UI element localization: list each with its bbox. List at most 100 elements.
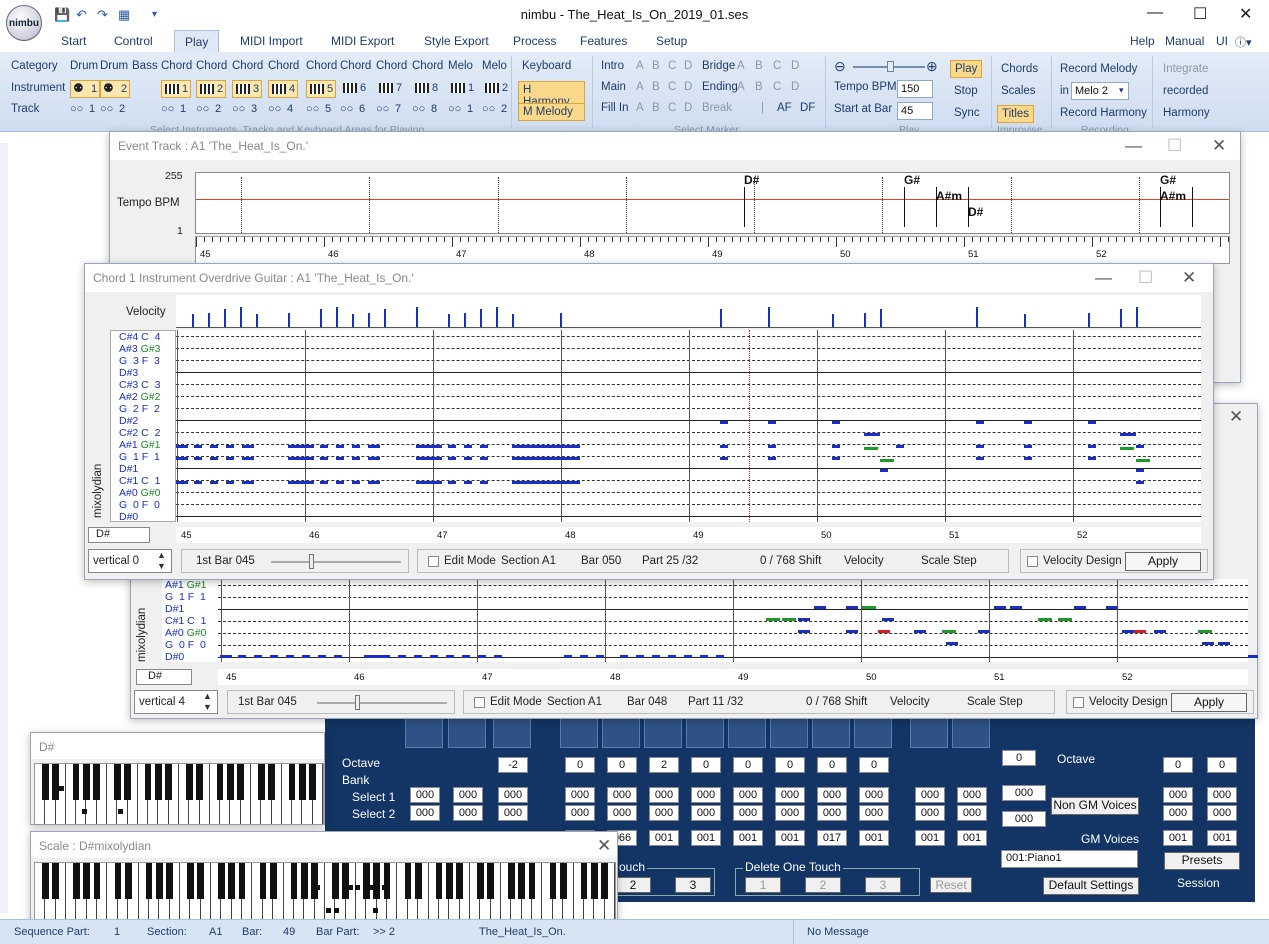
scale-keyboard[interactable] [34,862,616,924]
chord-firstbar-thumb[interactable] [309,554,314,569]
chord-vertical-select[interactable]: vertical 0 ▲ ▼ [88,549,172,573]
black-key[interactable] [124,764,131,800]
black-key[interactable] [237,764,244,800]
chord-note[interactable] [352,481,360,484]
black-key[interactable] [342,863,350,899]
chord-note[interactable] [896,445,904,448]
voice-cell[interactable]: 001 [649,830,679,846]
chord-note[interactable] [832,445,840,448]
melody-note[interactable] [398,655,406,658]
mixer-slot[interactable] [686,718,724,748]
instrument-5-icon[interactable]: 3 [232,80,262,98]
mixer-slot[interactable] [854,718,892,748]
melody-note[interactable] [1010,606,1022,609]
maximize-icon[interactable]: ☐ [1193,4,1207,24]
chord-note[interactable] [1088,421,1096,424]
voice-cell[interactable]: 001 [915,830,945,846]
black-key[interactable] [332,863,339,899]
track-icon[interactable]: ○○ [268,103,281,115]
chord-note[interactable] [176,445,188,448]
marker-main[interactable]: Main [601,81,626,93]
instrument-6-icon[interactable]: 4 [268,80,298,98]
black-key[interactable] [257,764,265,800]
chord-note[interactable] [448,445,456,448]
velocity-bar[interactable] [336,307,338,327]
marker-bridge-1-D[interactable]: D [791,81,799,93]
chord-note[interactable] [720,421,728,424]
chord-velocity-design-checkbox[interactable] [1027,556,1038,567]
right-cell[interactable]: 001 [1163,830,1193,846]
instrument-8-icon[interactable]: 6 [340,80,374,98]
chord-vertical-spin-icon[interactable]: ▲ ▼ [157,550,166,572]
presets-button[interactable]: Presets [1164,852,1240,870]
melody-note[interactable] [1218,642,1230,645]
chord-note[interactable] [1024,457,1032,460]
black-key[interactable] [528,863,536,899]
black-key[interactable] [113,764,121,800]
mixer-slot[interactable] [952,718,990,748]
melody-note[interactable] [564,655,572,658]
chord-note[interactable] [720,445,728,448]
octave-cell[interactable]: 0 [691,757,721,773]
marker-1-A[interactable]: A [636,81,644,93]
right-cell[interactable]: 000 [1207,787,1237,803]
chord-note[interactable] [512,457,560,460]
black-key[interactable] [435,863,443,899]
bank-select1-cell[interactable]: 000 [733,787,763,803]
melody-firstbar-thumb[interactable] [355,695,360,710]
black-key[interactable] [300,863,308,899]
category-10[interactable]: Chord [412,60,443,72]
velocity-bar[interactable] [496,307,498,327]
record-melo-dropdown-icon[interactable]: ▾ [1119,85,1124,96]
bank-select1-cell[interactable]: 000 [410,787,440,803]
black-key[interactable] [601,863,608,899]
velocity-bar[interactable] [1120,309,1122,327]
category-4[interactable]: Chord [196,60,227,72]
chord-note[interactable] [416,457,442,460]
octave-cell[interactable]: 0 [607,757,637,773]
marker-fillin[interactable]: Fill In [601,102,628,114]
chord-note[interactable] [320,457,328,460]
chord-note[interactable] [976,445,984,448]
right-cell[interactable]: 000 [1163,787,1193,803]
black-key[interactable] [73,863,80,899]
category-5[interactable]: Chord [232,60,263,72]
black-key[interactable] [83,863,91,899]
marker-bridge-0-B[interactable]: B [755,60,763,72]
record-melody-button[interactable]: Record Melody [1060,63,1137,75]
melody-note-grid[interactable] [218,579,1258,662]
black-key[interactable] [508,863,515,899]
black-key[interactable] [487,863,495,899]
velocity-bar[interactable] [240,307,242,327]
black-key[interactable] [373,863,381,899]
chord-note[interactable] [720,457,728,460]
voice-cell[interactable]: 001 [733,830,763,846]
chord-note[interactable] [448,481,456,484]
chord-note[interactable] [480,457,488,460]
velocity-bar[interactable] [256,314,258,327]
bank-select2-cell[interactable]: 000 [410,805,440,821]
mixer-slot[interactable] [910,718,948,748]
bank-select1-cell[interactable]: 000 [649,787,679,803]
track-icon[interactable]: ○○ [448,103,461,115]
melody-note[interactable] [978,630,990,633]
velocity-bar[interactable] [352,314,354,327]
tab-style-export[interactable]: Style Export [424,34,489,48]
sync-button[interactable]: Sync [954,107,980,119]
velocity-bar[interactable] [368,313,370,327]
bank-select1-cell[interactable]: 000 [915,787,945,803]
melody-note[interactable] [1248,655,1258,658]
recorded-label[interactable]: recorded [1163,85,1208,97]
voice-cell[interactable]: 017 [817,830,847,846]
marker-2-D[interactable]: D [684,102,692,114]
harmony-label[interactable]: Harmony [1163,107,1210,119]
chord-note-green[interactable] [1120,447,1134,450]
bank-select-1[interactable]: 000 [1002,785,1046,801]
chord-close-icon[interactable]: ✕ [1182,268,1196,288]
chord-note[interactable] [416,481,442,484]
marker-bridge-1-C[interactable]: C [773,81,781,93]
chord-note[interactable] [352,457,360,460]
black-key[interactable] [216,764,224,800]
chord-note[interactable] [336,457,344,460]
bank-select1-cell[interactable]: 000 [859,787,889,803]
